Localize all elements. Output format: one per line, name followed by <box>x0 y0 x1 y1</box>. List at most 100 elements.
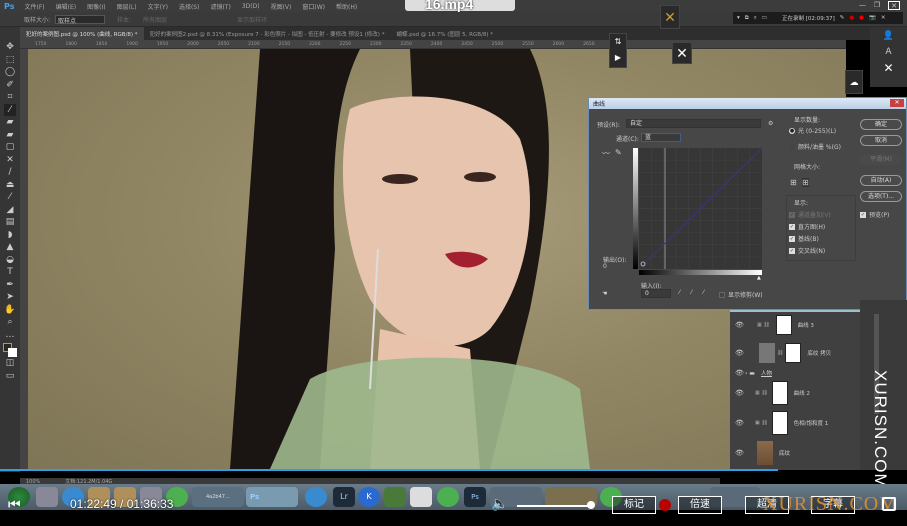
gray-eyedropper-icon[interactable]: ⁄ <box>691 289 692 296</box>
window-icon[interactable]: ⧉ <box>745 15 749 22</box>
visibility-eye-icon[interactable]: 👁 <box>735 321 744 329</box>
white-eyedropper-icon[interactable]: ⁄ <box>703 289 704 296</box>
more-tools-icon[interactable]: … <box>4 329 16 341</box>
speed-button[interactable]: 倍速 <box>678 496 722 514</box>
dialog-close-button[interactable]: ✕ <box>890 99 904 107</box>
visibility-eye-icon[interactable]: 👁 <box>735 389 744 397</box>
floating-x-panel[interactable]: ✕ <box>660 5 680 29</box>
smooth-button[interactable]: 平滑(M) <box>860 154 902 165</box>
layer-row[interactable]: 👁 ▣ ⛓ 色相/饱和度 1 <box>730 410 860 436</box>
menu-image[interactable]: 图像(I) <box>87 2 105 11</box>
marquee-tool-icon[interactable]: ⬚ <box>4 54 16 66</box>
gradient-tool-icon[interactable]: ▤ <box>4 216 16 228</box>
record-icon[interactable]: ● <box>859 15 864 21</box>
layer-group-row[interactable]: 👁 › ▬ 人物 <box>730 368 860 378</box>
auto-button[interactable]: 自动(A) <box>860 175 902 186</box>
pigment-radio[interactable]: 颜料/油墨 %(G) <box>789 142 841 151</box>
app-icon[interactable] <box>437 487 459 507</box>
menu-view[interactable]: 视图(V) <box>271 2 292 11</box>
taskbar-photoshop[interactable]: Ps <box>246 487 298 507</box>
curve-graph[interactable] <box>639 148 762 269</box>
x-tool-icon[interactable]: ✕ <box>4 154 16 166</box>
layer-row[interactable]: 👁 ⛓ 底纹 拷贝 <box>730 342 860 364</box>
taskbar-item-1[interactable]: 4a2b47... <box>192 487 244 507</box>
menu-layer[interactable]: 图层(L) <box>117 2 137 11</box>
histogram-checkbox[interactable]: ✓ 直方图(H) <box>789 222 825 231</box>
eraser-tool-icon[interactable]: ◢ <box>4 204 16 216</box>
crop-tool-icon[interactable]: ⌗ <box>4 91 16 103</box>
recorder-close-icon[interactable]: ✕ <box>881 15 886 21</box>
volume-icon[interactable]: 🔈 <box>491 496 508 512</box>
people-icon[interactable]: 👤 <box>870 31 907 41</box>
close-icon[interactable]: ✕ <box>888 1 900 10</box>
eyedropper-tool-icon[interactable]: ⁄ <box>4 103 16 116</box>
dodge-tool-icon[interactable]: ◒ <box>4 254 16 266</box>
quick-select-tool-icon[interactable]: ✐ <box>4 79 16 91</box>
menu-edit[interactable]: 编辑(E) <box>56 2 76 11</box>
tab-document-1[interactable]: 犯好的案例图.psd @ 100% (曲线, RGB/8) * <box>20 27 144 40</box>
history-brush-icon[interactable]: ⁄ <box>4 191 16 203</box>
baseline-checkbox[interactable]: ✓ 基线(B) <box>789 234 819 243</box>
restore-icon[interactable]: ❐ <box>874 1 880 10</box>
lasso-tool-icon[interactable]: ◯ <box>4 66 16 78</box>
path-select-tool-icon[interactable]: ➤ <box>4 291 16 303</box>
pencil-tool-icon[interactable]: / <box>4 166 16 178</box>
color-swatches[interactable] <box>3 343 17 357</box>
brush-panel[interactable]: ☁ <box>845 70 863 94</box>
tab-document-3[interactable]: 蝴蝶.psd @ 16.7% (图层 5, RGB/8) * <box>390 27 499 40</box>
zoom-tool-icon[interactable]: ⌕ <box>4 316 16 328</box>
visibility-eye-icon[interactable]: 👁 <box>735 349 744 357</box>
menu-3d[interactable]: 3D(D) <box>242 3 260 10</box>
app-icon[interactable] <box>410 487 432 507</box>
volume-slider[interactable] <box>517 505 592 507</box>
detailed-grid-icon[interactable]: ⊞ <box>802 178 809 187</box>
video-progress-bar[interactable] <box>0 469 779 471</box>
move-tool-icon[interactable]: ✥ <box>4 41 16 53</box>
white-point-slider[interactable]: ▲ <box>757 275 761 281</box>
menu-select[interactable]: 选择(S) <box>179 2 200 11</box>
black-eyedropper-icon[interactable]: ⁄ <box>679 289 680 296</box>
simple-grid-icon[interactable]: ⊞ <box>790 178 797 187</box>
visibility-eye-icon[interactable]: 👁 <box>735 419 744 427</box>
layer-row[interactable]: 👁 ▦ ⛓ 曲线 2 <box>730 380 860 406</box>
pencil-draw-icon[interactable]: ✎ <box>615 148 622 157</box>
show-ring-checkbox[interactable]: 显示取样环 <box>237 15 267 24</box>
floating-x-panel-2[interactable]: ✕ <box>672 42 692 64</box>
smudge-tool-icon[interactable]: ◗ <box>4 229 16 241</box>
hand-tool-icon[interactable]: ✋ <box>4 304 16 316</box>
light-radio[interactable]: ● 光 (0-255)(L) <box>789 126 836 135</box>
curve-point-tool-icon[interactable]: 〰 <box>602 148 610 159</box>
healing-tool-icon[interactable]: ▰ <box>4 116 16 128</box>
minimize-icon[interactable]: — <box>859 1 866 10</box>
cancel-button[interactable]: 取消 <box>860 135 902 146</box>
lightroom-icon[interactable]: Lr <box>333 487 355 507</box>
visibility-eye-icon[interactable]: 👁 <box>735 369 744 377</box>
menu-window[interactable]: 窗口(W) <box>302 2 325 11</box>
camera-icon[interactable]: 📷 <box>869 15 876 21</box>
input-value[interactable]: 0 <box>641 289 671 298</box>
output-value[interactable]: 0 <box>603 263 607 270</box>
ie-icon[interactable] <box>305 487 327 507</box>
preview-checkbox[interactable]: ✓ 预览(P) <box>860 210 889 219</box>
pen-icon[interactable]: ✎ <box>840 15 845 21</box>
character-icon[interactable]: A <box>870 47 907 57</box>
patch-tool-icon[interactable]: ▢ <box>4 141 16 153</box>
pen-tool-icon[interactable]: ✒ <box>4 279 16 291</box>
menu-type[interactable]: 文字(Y) <box>148 2 168 11</box>
fullscreen-icon[interactable] <box>882 497 896 511</box>
actions-panel[interactable]: ⇅ ▶ <box>609 33 627 68</box>
type-tool-icon[interactable]: T <box>4 266 16 278</box>
intersection-checkbox[interactable]: ✓ 交叉线(N) <box>789 246 825 255</box>
sample-size-select[interactable]: 取样点 <box>55 14 106 25</box>
channel-overlay-checkbox[interactable]: ✓ 通道叠加(V) <box>789 210 831 219</box>
quick-mask-icon[interactable]: ◫ <box>4 357 16 369</box>
layer-row[interactable]: 👁 ▦ ⛓ 曲线 3 <box>730 314 860 336</box>
preset-options-icon[interactable]: ⚙ <box>768 120 773 127</box>
zoom-icon[interactable]: ⌕ <box>754 15 757 22</box>
preset-select[interactable]: 自定 <box>626 119 761 128</box>
photoshop-icon[interactable]: Ps <box>464 487 486 507</box>
ok-button[interactable]: 确定 <box>860 119 902 130</box>
app-icon[interactable] <box>384 487 406 507</box>
stamp-tool-icon[interactable]: ⏏ <box>4 179 16 191</box>
kugou-icon[interactable]: K <box>358 487 380 507</box>
